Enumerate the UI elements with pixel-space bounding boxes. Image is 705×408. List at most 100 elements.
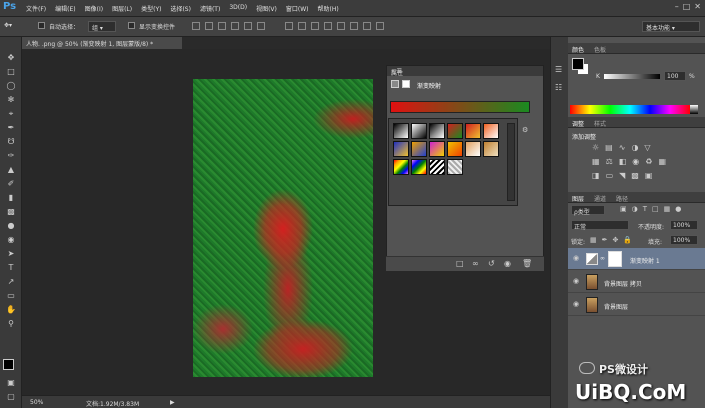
visibility-icon[interactable]: ◉ (504, 259, 511, 268)
history-icon[interactable]: ☰ (555, 65, 562, 74)
gradient-swatch[interactable] (411, 123, 427, 139)
gradient-swatch[interactable] (429, 159, 445, 175)
quick-select-icon[interactable]: ✻ (5, 94, 17, 105)
auto-select-checkbox[interactable] (38, 22, 48, 29)
shape-filter-icon[interactable]: □ (652, 205, 659, 213)
gradient-swatch[interactable] (393, 123, 409, 139)
eye-icon[interactable]: ◉ (573, 254, 579, 262)
color-balance-icon[interactable]: ⚖ (606, 157, 613, 166)
hand-tool-icon[interactable]: ✋ (5, 304, 17, 315)
fill-input[interactable]: 100% (670, 235, 698, 245)
move-tool-icon[interactable]: ✥ (5, 52, 17, 63)
opacity-input[interactable]: 100% (670, 220, 698, 230)
threshold-icon[interactable]: ◥ (619, 171, 625, 180)
selective-color-icon[interactable]: ▣ (645, 171, 653, 180)
panel-menu-icon[interactable]: » ☰ (391, 68, 539, 75)
gradient-tool-icon[interactable]: ▩ (5, 206, 17, 217)
gradient-swatch[interactable] (483, 123, 499, 139)
layer-row-gradient-map[interactable]: ◉ ∞ 渐变映射 1 (568, 248, 705, 270)
gradient-swatch[interactable] (393, 141, 409, 157)
mask-icon[interactable] (402, 80, 410, 88)
curves-icon[interactable]: ∿ (619, 143, 626, 152)
pen-tool-icon[interactable]: ➤ (5, 248, 17, 259)
menu-filter[interactable]: 滤镜(T) (200, 4, 220, 13)
tab-styles[interactable]: 样式 (594, 119, 606, 128)
tab-layers[interactable]: 图层 (572, 194, 584, 203)
zoom-tool-icon[interactable]: ⚲ (5, 318, 17, 329)
menu-image[interactable]: 图像(I) (85, 4, 103, 13)
brightness-icon[interactable]: ☼ (592, 143, 599, 152)
clip-icon[interactable]: □ (456, 259, 464, 268)
gradient-swatch[interactable] (447, 159, 463, 175)
gradient-swatch[interactable] (393, 159, 409, 175)
type-tool-icon[interactable]: T (5, 262, 17, 273)
color-lookup-icon[interactable]: ▦ (658, 157, 666, 166)
clone-stamp-icon[interactable]: ▲ (5, 164, 17, 175)
menu-select[interactable]: 选择(S) (170, 4, 191, 13)
close-icon[interactable]: ✕ (694, 2, 701, 11)
layer-filter-dropdown[interactable]: ρ类型 (571, 205, 605, 216)
exposure-icon[interactable]: ◑ (631, 143, 638, 152)
gradient-bar[interactable] (390, 101, 530, 113)
reset-icon[interactable]: ↺ (488, 259, 495, 268)
menu-view[interactable]: 视图(V) (256, 4, 277, 13)
view-previous-icon[interactable]: ∞ (472, 259, 479, 268)
eye-icon[interactable]: ◉ (573, 277, 579, 285)
smart-filter-icon[interactable]: ▦ (664, 205, 671, 213)
eyedropper-icon[interactable]: ✒ (5, 122, 17, 133)
gradient-swatch[interactable] (411, 159, 427, 175)
zoom-level[interactable]: 50% (30, 399, 43, 406)
delete-icon[interactable]: 🗑 (522, 259, 532, 268)
lock-position-icon[interactable]: ✥ (613, 236, 619, 244)
tab-color[interactable]: 颜色 (572, 45, 584, 54)
minimize-icon[interactable]: – (675, 2, 679, 11)
picker-scrollbar[interactable] (507, 123, 515, 201)
menu-3d[interactable]: 3D(D) (229, 4, 247, 13)
gradient-map-icon[interactable]: ▩ (631, 171, 639, 180)
gradient-swatch[interactable] (447, 141, 463, 157)
layer-row-bg-copy[interactable]: ◉ 背景图层 拷贝 (568, 271, 705, 293)
k-slider[interactable] (604, 74, 660, 79)
menu-edit[interactable]: 编辑(E) (55, 4, 75, 13)
menu-help[interactable]: 帮助(H) (318, 4, 339, 13)
adjustment-icon[interactable] (391, 80, 399, 88)
bw-icon[interactable]: ◧ (619, 157, 627, 166)
gradient-swatch[interactable] (411, 141, 427, 157)
lock-pixels-icon[interactable]: ✒ (602, 236, 608, 244)
history-brush-icon[interactable]: ✐ (5, 178, 17, 189)
maximize-icon[interactable]: □ (683, 2, 691, 11)
path-select-icon[interactable]: ↗ (5, 276, 17, 287)
tab-adjustments[interactable]: 调整 (572, 119, 584, 128)
type-filter-icon[interactable]: T (643, 205, 647, 213)
link-icon[interactable]: ∞ (600, 255, 605, 262)
gradient-swatch[interactable] (465, 141, 481, 157)
posterize-icon[interactable]: ▭ (606, 171, 614, 180)
screen-mode-icon[interactable]: ▢ (5, 391, 17, 402)
lock-all-icon[interactable]: 🔒 (623, 236, 632, 244)
layer-row-bg[interactable]: ◉ 背景图层 (568, 294, 705, 316)
hue-sat-icon[interactable]: ▦ (592, 157, 600, 166)
layer-name[interactable]: 渐变映射 1 (630, 256, 660, 265)
gradient-swatch[interactable] (429, 141, 445, 157)
eraser-tool-icon[interactable]: ▮ (5, 192, 17, 203)
auto-select-dropdown[interactable]: 组 ▾ (88, 21, 116, 32)
tab-swatches[interactable]: 色板 (594, 45, 606, 54)
document-tab[interactable]: 人物. .png @ 50% (渐变映射 1, 图层蒙版/8) * (22, 37, 182, 49)
pixel-filter-icon[interactable]: ▣ (620, 205, 627, 213)
menu-layer[interactable]: 图层(L) (112, 4, 132, 13)
crop-tool-icon[interactable]: ⌖ (5, 108, 17, 119)
shape-tool-icon[interactable]: ▭ (5, 290, 17, 301)
document-image[interactable] (193, 79, 373, 377)
gradient-swatch[interactable] (465, 123, 481, 139)
tab-paths[interactable]: 路径 (616, 194, 628, 203)
k-value-input[interactable]: 100 (664, 71, 686, 81)
color-spectrum[interactable] (570, 105, 690, 114)
quick-mask-icon[interactable]: ▣ (5, 377, 17, 388)
gradient-swatch[interactable] (429, 123, 445, 139)
layer-name[interactable]: 背景图层 (604, 302, 628, 311)
healing-brush-icon[interactable]: ☋ (5, 136, 17, 147)
vibrance-icon[interactable]: ▽ (644, 143, 650, 152)
dodge-tool-icon[interactable]: ◉ (5, 234, 17, 245)
menu-window[interactable]: 窗口(W) (286, 4, 309, 13)
blur-tool-icon[interactable]: ● (5, 220, 17, 231)
